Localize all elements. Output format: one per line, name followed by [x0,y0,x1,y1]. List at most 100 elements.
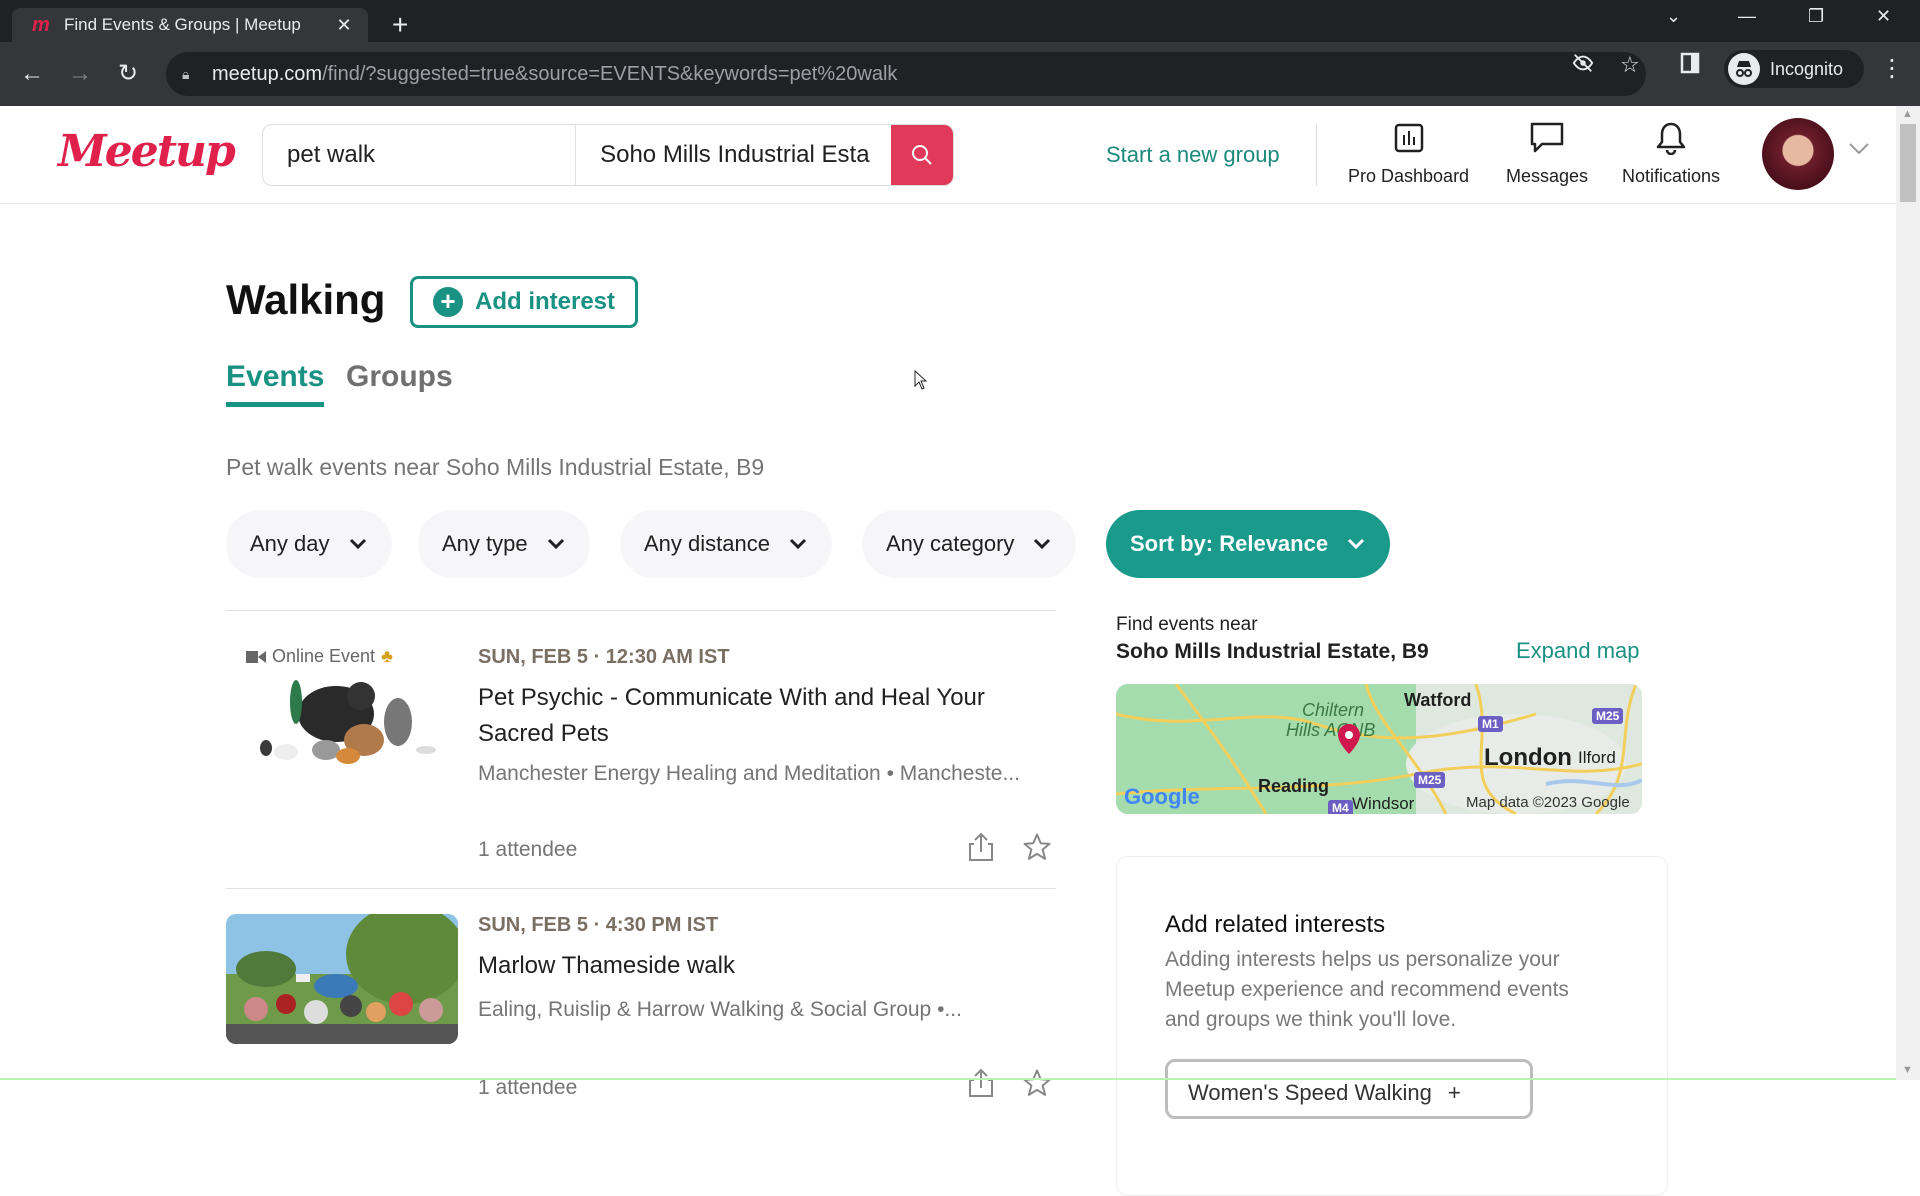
chevron-down-icon [349,538,366,550]
page-scrollbar[interactable]: ▲ ▼ [1896,106,1920,1080]
meetup-page: Meetup pet walk Soho Mills Industrial Es… [0,106,1896,1196]
sort-label: Sort by: Relevance [1130,531,1329,556]
messages-link[interactable]: Messages [1506,120,1588,187]
eye-off-icon[interactable] [1572,52,1594,80]
plus-icon: + [1448,1080,1461,1105]
filter-any-category[interactable]: Any category [862,510,1077,578]
filter-any-distance[interactable]: Any distance [620,510,832,578]
notifications-link[interactable]: Notifications [1622,120,1720,187]
map-label: London [1484,744,1572,771]
browser-menu-icon[interactable]: ⋮ [1880,54,1904,83]
restore-icon[interactable]: ❐ [1808,6,1824,27]
bar-chart-icon [1394,120,1424,156]
incognito-icon [1728,53,1760,85]
event-title[interactable]: Marlow Thameside walk [478,948,1058,984]
site-header: Meetup pet walk Soho Mills Industrial Es… [0,106,1896,204]
lock-icon: 🔒︎ [182,66,190,82]
search-icon [912,145,932,165]
scroll-up-icon[interactable]: ▲ [1902,108,1913,120]
forward-icon[interactable]: → [62,56,98,92]
close-tab-icon[interactable]: ✕ [334,15,354,36]
event-card[interactable]: SUN, FEB 5 · 4:30 PM IST Marlow Thamesid… [226,914,1058,1099]
sort-dropdown[interactable]: Sort by: Relevance [1106,510,1391,578]
meetup-favicon-icon: m [32,14,50,36]
event-thumbnail[interactable] [226,914,458,1044]
event-thumbnail[interactable] [256,674,442,768]
chevron-down-icon [547,538,564,550]
share-icon[interactable] [968,832,994,867]
chevron-down-icon [1348,538,1365,550]
map-label: Chiltern [1302,700,1365,720]
scroll-down-icon[interactable]: ▼ [1902,1064,1913,1076]
plus-circle-icon: + [433,287,463,317]
bird-icon: ♣ [381,646,393,666]
location-search-input[interactable]: Soho Mills Industrial Esta [576,125,891,185]
divider [226,610,1056,611]
star-icon[interactable] [1022,1068,1052,1103]
results-subtitle: Pet walk events near Soho Mills Industri… [226,454,765,480]
near-location: Soho Mills Industrial Estate, B9 [1116,640,1429,663]
page-title: Walking [226,276,386,323]
address-bar[interactable]: 🔒︎ meetup.com/find/?suggested=true&sourc… [166,52,1646,96]
interest-chip[interactable]: Women's Speed Walking + [1165,1059,1533,1119]
tab-search-icon[interactable]: ⌄ [1666,6,1681,27]
pro-dashboard-label: Pro Dashboard [1348,166,1470,186]
start-new-group-link[interactable]: Start a new group [1106,142,1280,168]
chevron-down-icon [1034,538,1051,550]
map-preview[interactable]: Chiltern Hills AONB Watford London Ilfor… [1116,684,1642,814]
expand-map-link[interactable]: Expand map [1516,638,1640,664]
meetup-logo[interactable]: Meetup [58,126,236,177]
incognito-indicator[interactable]: Incognito [1724,50,1864,88]
filter-label: Any type [442,531,528,556]
chevron-down-icon [789,538,807,550]
minimize-icon[interactable]: — [1738,6,1756,27]
chevron-down-icon[interactable] [1848,142,1870,161]
map-label: Ilford [1578,748,1616,767]
browser-toolbar: ← → ↻ 🔒︎ meetup.com/find/?suggested=true… [0,42,1920,106]
side-panel-icon[interactable] [1680,52,1700,80]
filter-label: Any day [250,531,330,556]
tab-groups[interactable]: Groups [346,360,453,394]
filter-any-day[interactable]: Any day [226,510,392,578]
close-window-icon[interactable]: ✕ [1876,6,1891,27]
map-label: Hills AONB [1286,720,1376,740]
tab-title: Find Events & Groups | Meetup [64,15,301,34]
star-icon[interactable] [1022,832,1052,867]
event-group: Manchester Energy Healing and Meditation… [478,762,1020,785]
filter-any-type[interactable]: Any type [418,510,590,578]
map-label: Watford [1404,690,1472,710]
browser-tab[interactable]: m Find Events & Groups | Meetup ✕ [12,8,368,42]
share-icon[interactable] [968,1068,994,1103]
mouse-cursor-icon [914,369,928,395]
url-path: /find/?suggested=true&source=EVENTS&keyw… [322,62,898,85]
interest-chip-label: Women's Speed Walking [1188,1080,1432,1105]
related-interests-description: Adding interests helps us personalize yo… [1165,948,1569,1031]
incognito-label: Incognito [1770,58,1844,79]
reload-icon[interactable]: ↻ [110,56,146,92]
search-button[interactable] [891,125,953,185]
event-card[interactable]: Online Event ♣ SUN, FEB 5 · 12:30 AM IST… [226,646,1058,861]
road-shield: M1 [1478,716,1503,732]
online-event-badge: Online Event ♣ [246,646,393,667]
bell-icon [1655,120,1687,156]
event-title[interactable]: Pet Psychic - Communicate With and Heal … [478,680,1058,752]
pro-dashboard-link[interactable]: Pro Dashboard [1348,120,1469,187]
user-avatar[interactable] [1762,118,1834,190]
google-logo: Google [1124,784,1200,809]
keyword-search-input[interactable]: pet walk [263,125,577,185]
tab-events[interactable]: Events [226,360,325,407]
map-label: Windsor [1352,794,1415,813]
event-date: SUN, FEB 5 · 4:30 PM IST [478,914,719,936]
road-shield: M4 [1328,800,1353,814]
scrollbar-thumb[interactable] [1900,124,1916,202]
notifications-label: Notifications [1622,166,1721,186]
new-tab-button[interactable]: + [392,8,408,42]
bookmark-star-icon[interactable]: ☆ [1620,52,1640,78]
add-interest-label: Add interest [475,288,616,315]
video-camera-icon [246,650,266,663]
back-icon[interactable]: ← [14,56,50,92]
event-group: Ealing, Ruislip & Harrow Walking & Socia… [478,998,962,1021]
add-interest-button[interactable]: + Add interest [410,276,638,328]
divider [226,888,1056,889]
map-pin-icon [1338,724,1360,754]
